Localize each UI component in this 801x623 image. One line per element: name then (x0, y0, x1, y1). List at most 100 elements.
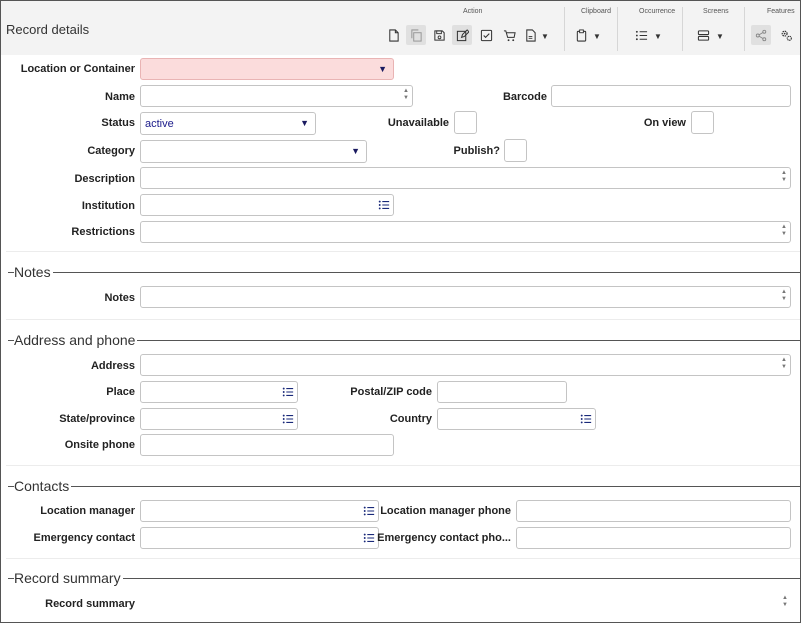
emergency-contact-phone-field[interactable] (516, 527, 791, 549)
location-manager-field[interactable] (140, 500, 379, 522)
restrictions-field[interactable]: ▲ ▼ (140, 221, 791, 243)
state-field[interactable] (140, 408, 298, 430)
description-field[interactable]: ▲ ▼ (140, 167, 791, 189)
save-icon (433, 29, 445, 41)
list-icon[interactable] (282, 386, 294, 398)
category-select[interactable]: ▼ (140, 140, 367, 163)
clipboard-dropdown-arrow[interactable]: ▼ (593, 33, 601, 41)
list-icon[interactable] (378, 199, 390, 211)
occurrence-dropdown-arrow[interactable]: ▼ (654, 33, 662, 41)
postal-field[interactable] (437, 381, 567, 403)
address-section-title: Address and phone (14, 332, 138, 348)
list-icon[interactable] (580, 413, 592, 425)
location-manager-phone-field[interactable] (516, 500, 791, 522)
status-label: Status (101, 117, 135, 129)
emergency-contact-field[interactable] (140, 527, 379, 549)
postal-label: Postal/ZIP code (350, 386, 432, 398)
clipboard-button[interactable] (571, 25, 591, 45)
onsite-phone-field[interactable] (140, 434, 394, 456)
share-icon (755, 29, 766, 41)
resize-icon: ▲ ▼ (781, 170, 787, 183)
state-label: State/province (59, 413, 135, 425)
toolbar: Record details Action Clipboard Occurren… (1, 1, 800, 55)
resize-icon: ▲ ▼ (403, 88, 409, 101)
screens-dropdown-arrow[interactable]: ▼ (716, 33, 724, 41)
section-rule (8, 578, 800, 579)
notes-label: Notes (104, 292, 135, 304)
address-label: Address (90, 360, 135, 372)
section-rule (8, 272, 800, 273)
publish-label: Publish? (453, 145, 500, 157)
duplicate-icon (410, 28, 422, 42)
name-label: Name (105, 91, 135, 103)
resize-icon: ▲ ▼ (781, 224, 787, 237)
notes-section-title: Notes (14, 264, 53, 280)
onsite-phone-label: Onsite phone (64, 439, 135, 451)
occurrence-button[interactable] (631, 25, 651, 45)
report-dropdown-arrow[interactable]: ▼ (541, 33, 549, 41)
report-icon (525, 28, 536, 42)
settings-button[interactable] (776, 25, 796, 45)
contacts-section-title: Contacts (14, 478, 72, 494)
page-title: Record details (6, 22, 90, 37)
resize-icon: ▲ ▼ (781, 357, 787, 370)
address-field[interactable]: ▲ ▼ (140, 354, 791, 376)
chevron-down-icon: ▼ (300, 118, 309, 128)
save-button[interactable] (429, 25, 449, 45)
list-icon[interactable] (363, 505, 375, 517)
barcode-field[interactable] (551, 85, 791, 107)
notes-field[interactable]: ▲ ▼ (140, 286, 791, 308)
institution-label: Institution (81, 200, 135, 212)
list-icon[interactable] (363, 532, 375, 544)
group-label-features: Features (767, 8, 795, 15)
list-icon[interactable] (282, 413, 294, 425)
toolbar-separator (617, 7, 618, 51)
on-view-checkbox[interactable] (691, 111, 714, 134)
unavailable-label: Unavailable (387, 117, 449, 129)
restrictions-label: Restrictions (71, 226, 135, 238)
summary-section-title: Record summary (14, 570, 123, 586)
new-record-button[interactable] (383, 25, 403, 45)
edit-icon (456, 28, 469, 41)
cart-button[interactable] (499, 25, 519, 45)
edit-button[interactable] (452, 25, 472, 45)
status-value: active (145, 118, 174, 130)
screens-button[interactable] (693, 25, 713, 45)
place-label: Place (106, 386, 135, 398)
status-select[interactable]: active ▼ (140, 112, 316, 135)
toolbar-separator (564, 7, 565, 51)
publish-checkbox[interactable] (504, 139, 527, 162)
check-icon (480, 29, 492, 41)
duplicate-button[interactable] (406, 25, 426, 45)
toolbar-separator (682, 7, 683, 51)
section-divider (6, 465, 800, 466)
chevron-down-icon: ▼ (378, 64, 387, 74)
section-divider (6, 319, 800, 320)
category-label: Category (87, 145, 135, 157)
place-field[interactable] (140, 381, 298, 403)
resize-icon: ▲ ▼ (782, 595, 788, 608)
emergency-contact-phone-label: Emergency contact pho... (377, 532, 511, 544)
institution-field[interactable] (140, 194, 394, 216)
toolbar-separator (744, 7, 745, 51)
group-label-occurrence: Occurrence (639, 8, 676, 15)
record-details-window: Record details Action Clipboard Occurren… (0, 0, 801, 623)
group-label-screens: Screens (703, 8, 729, 15)
resize-icon: ▲ ▼ (781, 289, 787, 302)
record-summary-field[interactable]: ▲ ▼ (140, 593, 791, 615)
record-summary-label: Record summary (45, 598, 135, 610)
name-field[interactable]: ▲ ▼ (140, 85, 413, 107)
clipboard-icon (576, 28, 586, 42)
chevron-down-icon: ▼ (351, 146, 360, 156)
new-record-icon (388, 28, 399, 42)
country-label: Country (389, 413, 432, 425)
report-button[interactable] (520, 25, 540, 45)
unavailable-checkbox[interactable] (454, 111, 477, 134)
share-button[interactable] (751, 25, 771, 45)
list-icon (635, 30, 647, 40)
validate-button[interactable] (476, 25, 496, 45)
section-divider (6, 251, 800, 252)
cart-icon (503, 29, 516, 41)
country-field[interactable] (437, 408, 596, 430)
location-select[interactable]: ▼ (140, 58, 394, 80)
